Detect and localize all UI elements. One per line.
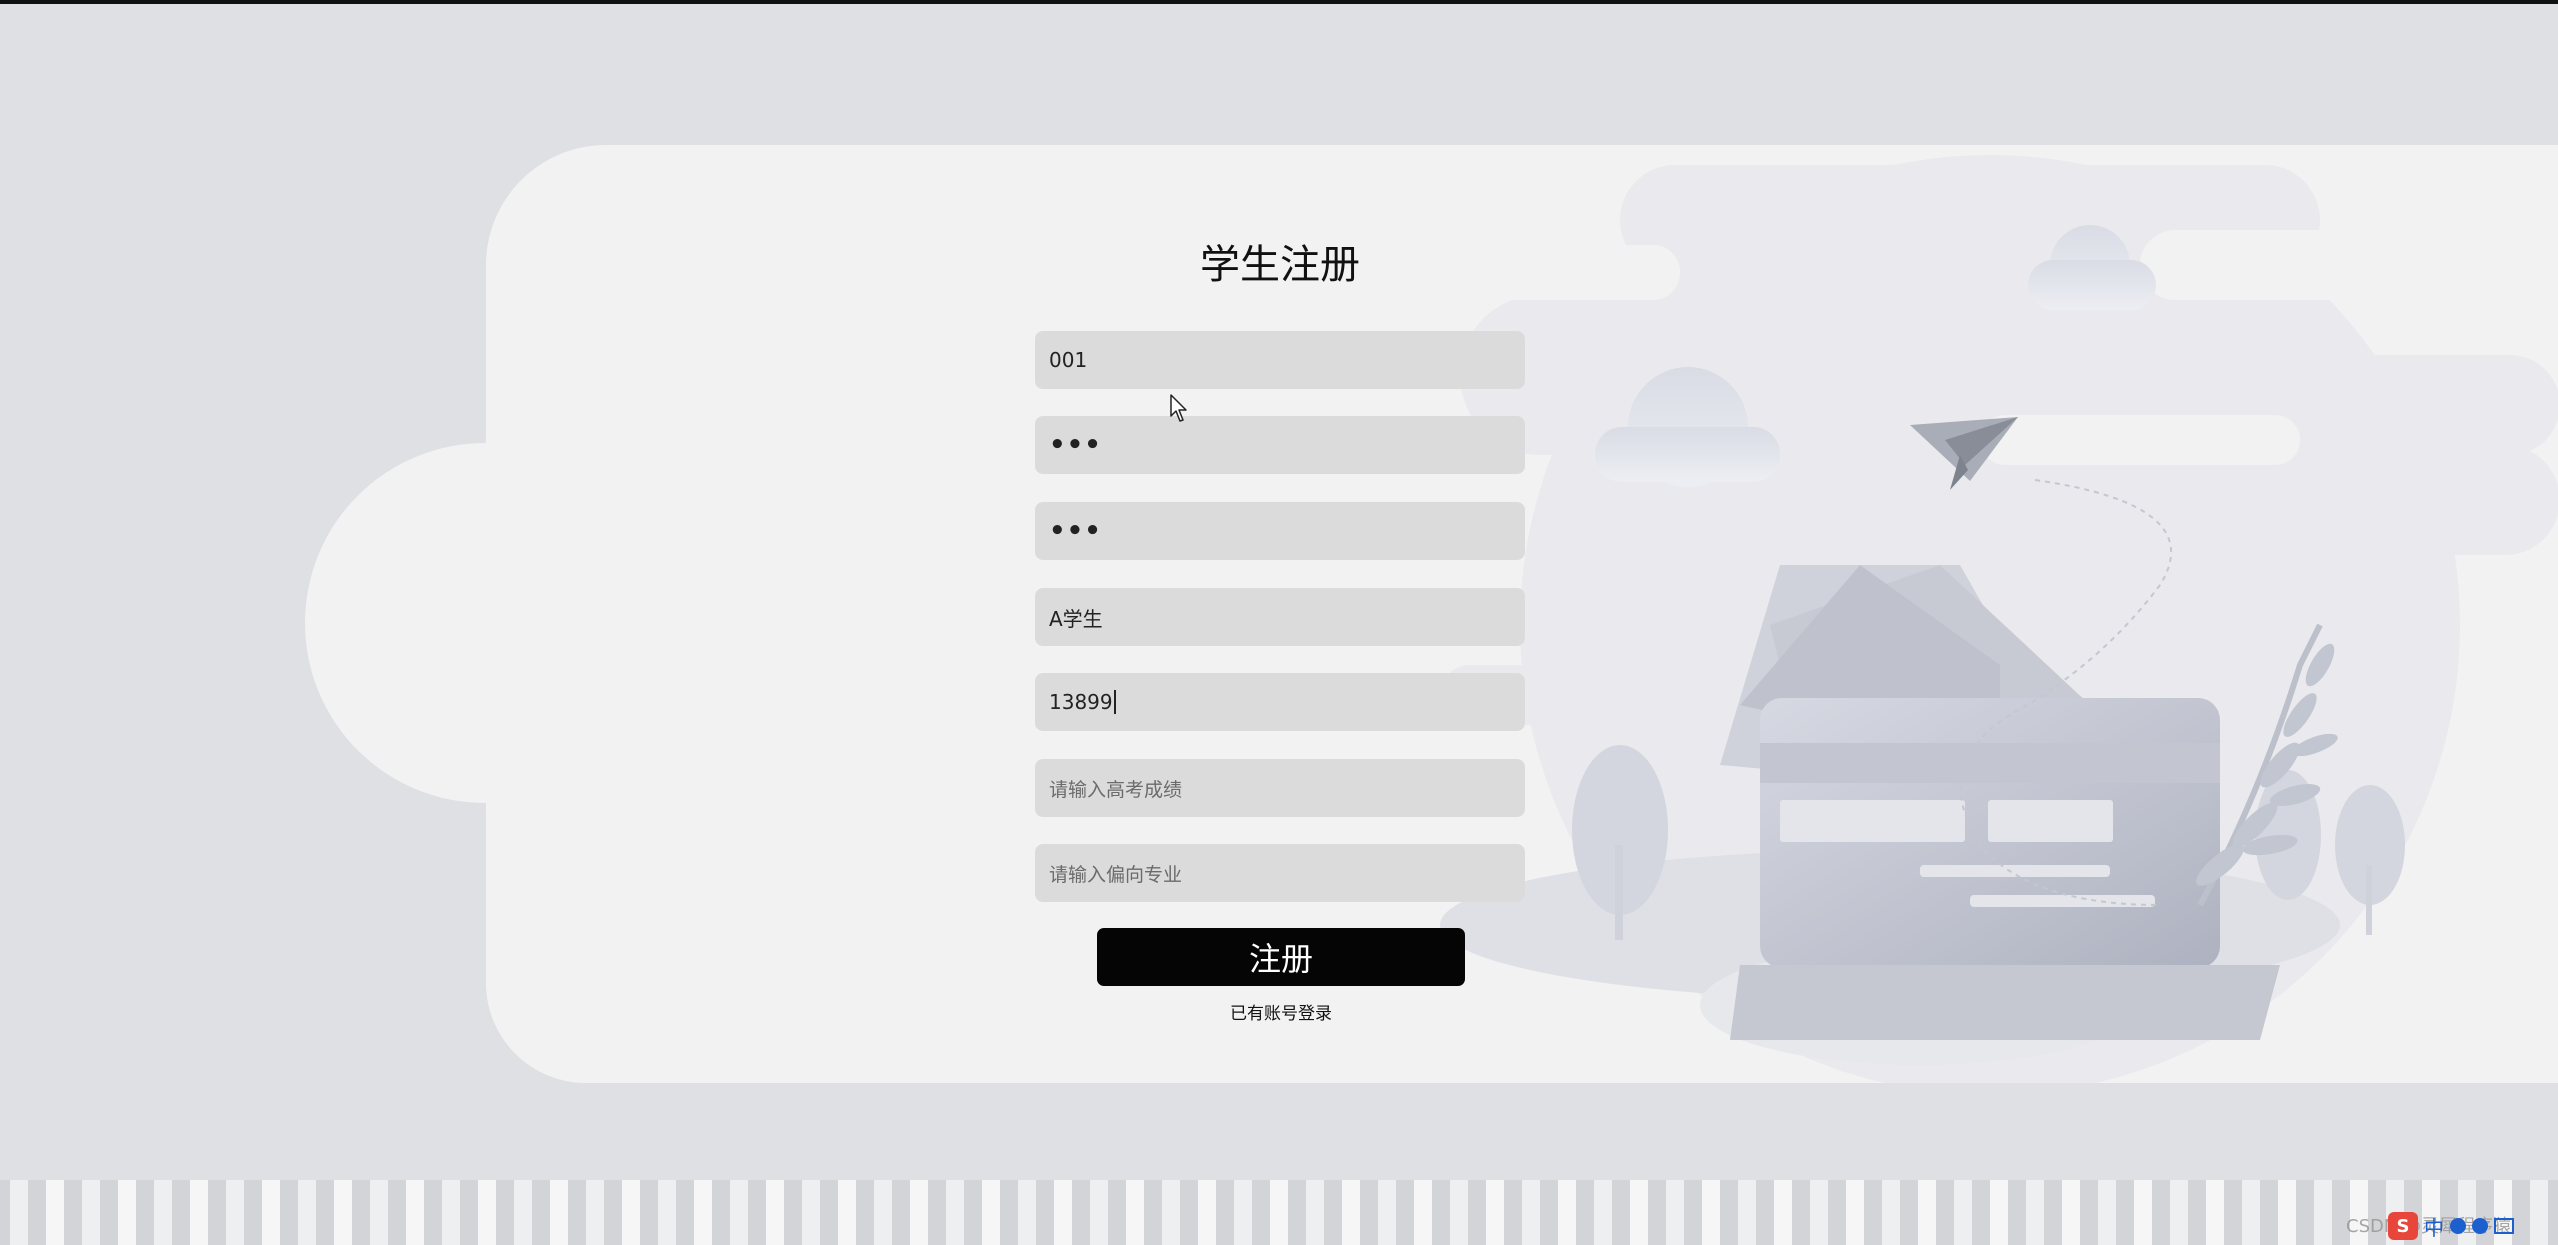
mouse-cursor-icon xyxy=(1170,394,1187,422)
password-value: ••• xyxy=(1049,430,1102,460)
stripe xyxy=(766,1180,784,1245)
stripe xyxy=(1270,1180,1288,1245)
stripe xyxy=(10,1180,28,1245)
system-tray: S 中 xyxy=(2388,1212,2514,1240)
keyboard-icon[interactable] xyxy=(2494,1218,2514,1234)
ime-settings-icon[interactable] xyxy=(2472,1218,2488,1234)
stripe xyxy=(1234,1180,1252,1245)
stripe xyxy=(1414,1180,1432,1245)
stripe xyxy=(802,1180,820,1245)
stripe xyxy=(838,1180,856,1245)
register-button[interactable]: 注册 xyxy=(1097,928,1465,986)
stripe xyxy=(1594,1180,1612,1245)
login-link[interactable]: 已有账号登录 xyxy=(1180,999,1382,1024)
stripe xyxy=(550,1180,568,1245)
stripe xyxy=(982,1180,1000,1245)
stripe xyxy=(298,1180,316,1245)
stripe xyxy=(586,1180,604,1245)
stripe xyxy=(514,1180,532,1245)
phone-value: 13899 xyxy=(1049,690,1113,714)
stripe xyxy=(1774,1180,1792,1245)
preferred-major-placeholder: 请输入偏向专业 xyxy=(1049,863,1183,886)
stripe xyxy=(1630,1180,1648,1245)
stripe xyxy=(406,1180,424,1245)
stripe xyxy=(1126,1180,1144,1245)
password-input[interactable]: ••• xyxy=(1035,416,1525,474)
stripe xyxy=(1954,1180,1972,1245)
stripe xyxy=(262,1180,280,1245)
stripe xyxy=(1522,1180,1540,1245)
stripe xyxy=(82,1180,100,1245)
stripe xyxy=(1486,1180,1504,1245)
register-button-label: 注册 xyxy=(1248,940,1313,978)
stripe xyxy=(154,1180,172,1245)
stripe xyxy=(2314,1180,2332,1245)
preferred-major-input[interactable]: 请输入偏向专业 xyxy=(1035,844,1525,902)
illustration-area xyxy=(1440,155,2558,1083)
stripe xyxy=(658,1180,676,1245)
stripe xyxy=(2062,1180,2080,1245)
stripe xyxy=(190,1180,208,1245)
sogou-ime-icon[interactable]: S xyxy=(2388,1212,2418,1240)
confirm-password-value: ••• xyxy=(1049,516,1102,546)
text-caret xyxy=(1113,690,1116,714)
stripe xyxy=(478,1180,496,1245)
bottom-stripes xyxy=(0,1180,2558,1245)
student-id-input[interactable]: 001 xyxy=(1035,331,1525,389)
stripe xyxy=(2170,1180,2188,1245)
stripe xyxy=(1018,1180,1036,1245)
ime-punctuation-icon[interactable] xyxy=(2450,1218,2466,1234)
stripe xyxy=(1162,1180,1180,1245)
stripe xyxy=(226,1180,244,1245)
stripe xyxy=(1306,1180,1324,1245)
stripe xyxy=(2530,1180,2548,1245)
stripe xyxy=(910,1180,928,1245)
stripe xyxy=(622,1180,640,1245)
page-title: 学生注册 xyxy=(1200,242,1360,288)
name-input[interactable]: A学生 xyxy=(1035,588,1525,646)
stripe xyxy=(1738,1180,1756,1245)
stripe xyxy=(1342,1180,1360,1245)
stripe xyxy=(1378,1180,1396,1245)
exam-score-input[interactable]: 请输入高考成绩 xyxy=(1035,759,1525,817)
stripe xyxy=(730,1180,748,1245)
stripe xyxy=(1882,1180,1900,1245)
stripe xyxy=(1846,1180,1864,1245)
stripe xyxy=(118,1180,136,1245)
stripe xyxy=(1990,1180,2008,1245)
stripe xyxy=(874,1180,892,1245)
stripe xyxy=(442,1180,460,1245)
stripe xyxy=(2206,1180,2224,1245)
stripe xyxy=(1090,1180,1108,1245)
student-id-value: 001 xyxy=(1049,348,1088,372)
stripe xyxy=(1702,1180,1720,1245)
stripe xyxy=(1558,1180,1576,1245)
stripe xyxy=(1198,1180,1216,1245)
confirm-password-input[interactable]: ••• xyxy=(1035,502,1525,560)
stripe xyxy=(1054,1180,1072,1245)
stripe xyxy=(1666,1180,1684,1245)
stripe xyxy=(946,1180,964,1245)
stripe xyxy=(2098,1180,2116,1245)
stripe xyxy=(334,1180,352,1245)
stripe xyxy=(1810,1180,1828,1245)
stripe xyxy=(2242,1180,2260,1245)
stripe xyxy=(2026,1180,2044,1245)
ime-chinese-indicator[interactable]: 中 xyxy=(2424,1212,2444,1241)
stripe xyxy=(1918,1180,1936,1245)
name-value: A学生 xyxy=(1049,606,1103,631)
stripe xyxy=(694,1180,712,1245)
stripe xyxy=(2278,1180,2296,1245)
stripe xyxy=(2134,1180,2152,1245)
top-border xyxy=(0,0,2558,4)
exam-score-placeholder: 请输入高考成绩 xyxy=(1049,778,1183,801)
stripe xyxy=(1450,1180,1468,1245)
phone-input[interactable]: 13899 xyxy=(1035,673,1525,731)
stripe xyxy=(46,1180,64,1245)
stripe xyxy=(370,1180,388,1245)
